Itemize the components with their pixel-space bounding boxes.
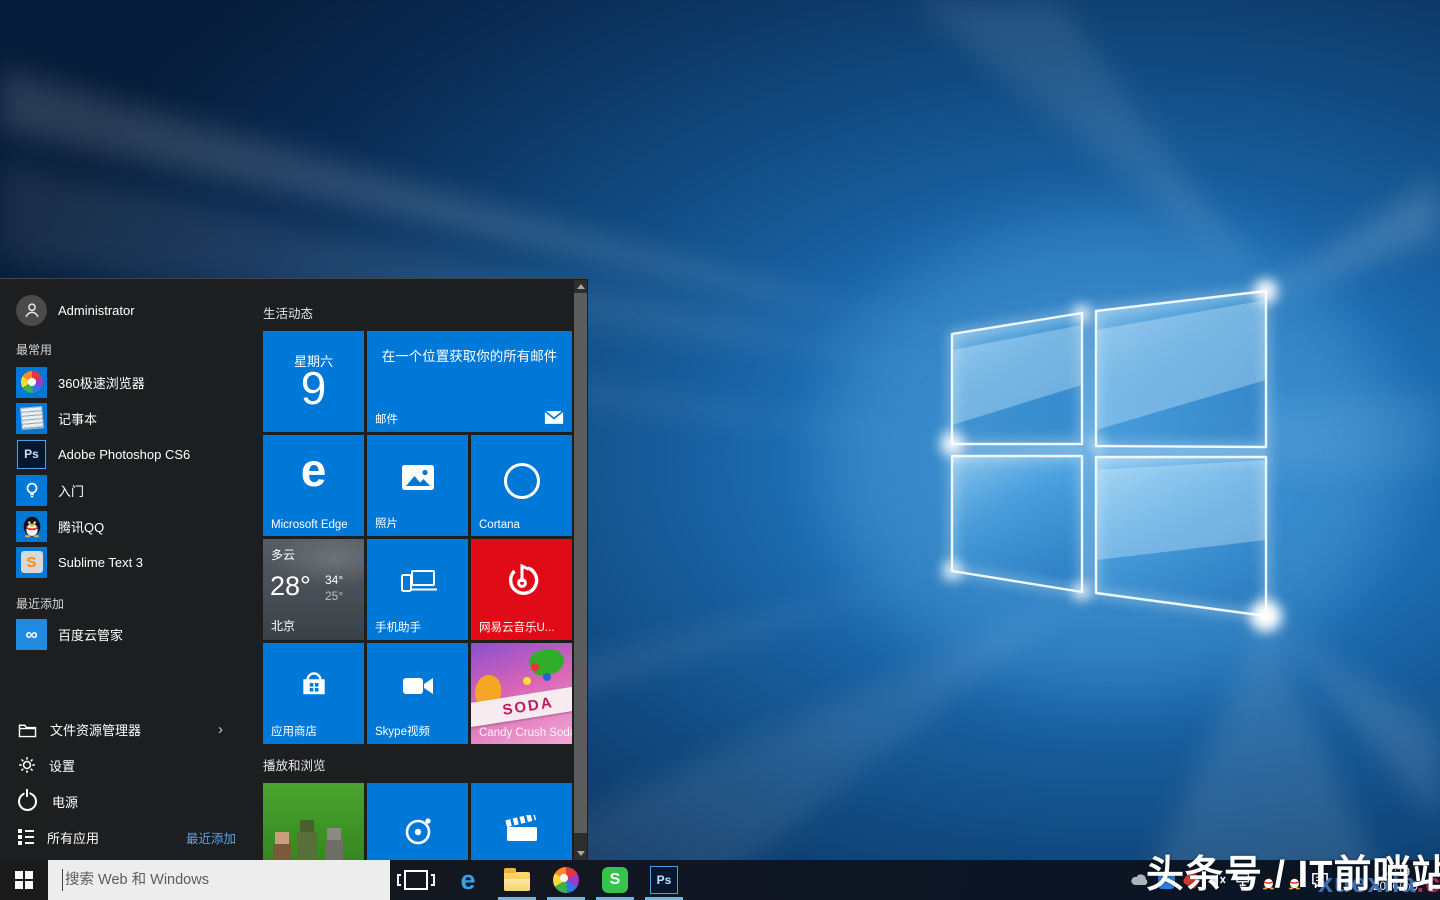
user-icon (21, 299, 43, 321)
edge-icon: e (460, 867, 475, 894)
start-menu: Administrator 最常用 360极速浏览器 记事本 Ps Adobe … (0, 278, 588, 861)
recently-added-link[interactable]: 最近添加 (186, 828, 236, 847)
tile-photos[interactable]: 照片 (367, 435, 468, 536)
windows-logo (940, 279, 1282, 632)
tile-weather[interactable]: 多云 28° 34° 25° 北京 (263, 539, 364, 640)
menu-item-file-explorer[interactable]: 文件资源管理器 › (18, 714, 238, 744)
edge-icon: e (301, 447, 327, 493)
groove-music-icon (400, 813, 436, 849)
all-apps-icon (18, 829, 34, 845)
baidu-cloud-icon: ∞ (16, 619, 47, 650)
app-item-sublime[interactable]: S Sublime Text 3 (16, 545, 242, 579)
tile-calendar[interactable]: 星期六 9 (263, 331, 364, 432)
start-menu-left-pane: Administrator 最常用 360极速浏览器 记事本 Ps Adobe … (0, 279, 252, 861)
photoshop-icon: Ps (16, 439, 47, 470)
store-bag-icon (298, 667, 330, 699)
s-app-icon: S (602, 867, 628, 893)
task-view-button[interactable] (396, 860, 436, 900)
tile-cortana[interactable]: Cortana (471, 435, 572, 536)
photos-icon (402, 465, 434, 490)
tile-area: 生活动态 星期六 9 在一个位置获取你的所有邮件 邮件 e Microsoft … (263, 279, 573, 861)
phone-companion-icon (398, 567, 438, 597)
taskbar-edge-button[interactable]: e (448, 860, 488, 900)
tile-netease-music[interactable]: 网易云音乐U... (471, 539, 572, 640)
scrollbar-thumb[interactable] (574, 293, 587, 833)
qq-penguin-icon (16, 511, 47, 542)
user-name: Administrator (58, 303, 135, 318)
menu-item-settings[interactable]: 设置 (18, 750, 238, 780)
taskbar-s-app-button[interactable]: S (595, 860, 635, 900)
photoshop-icon: Ps (650, 866, 678, 894)
windows-logo-icon (15, 871, 33, 889)
task-view-icon (404, 870, 428, 890)
scroll-up-arrow-icon[interactable] (577, 284, 585, 289)
tile-candy-crush-soda[interactable]: SODA Candy Crush Soda Saga (471, 643, 572, 744)
user-account-button[interactable]: Administrator (16, 293, 135, 327)
text-cursor (62, 869, 63, 891)
taskbar-search-box[interactable] (48, 860, 390, 900)
start-menu-scrollbar[interactable] (574, 280, 587, 860)
tile-store[interactable]: 应用商店 (263, 643, 364, 744)
section-most-used: 最常用 (16, 341, 52, 358)
menu-item-all-apps[interactable]: 所有应用 最近添加 (18, 822, 238, 852)
file-explorer-icon (504, 872, 530, 891)
360-browser-icon (16, 367, 47, 398)
app-item-get-started[interactable]: 入门 (16, 473, 242, 507)
power-icon (18, 792, 37, 811)
desktop: Administrator 最常用 360极速浏览器 记事本 Ps Adobe … (0, 0, 1440, 900)
tile-groove-music[interactable] (367, 783, 468, 861)
app-item-photoshop[interactable]: Ps Adobe Photoshop CS6 (16, 437, 242, 471)
tile-edge[interactable]: e Microsoft Edge (263, 435, 364, 536)
tile-skype-video[interactable]: Skype视频 (367, 643, 468, 744)
scroll-down-arrow-icon[interactable] (577, 851, 585, 856)
tile-minecraft[interactable] (263, 783, 364, 861)
app-item-qq[interactable]: 腾讯QQ (16, 509, 242, 543)
search-input[interactable] (63, 871, 367, 889)
360-browser-icon (553, 867, 579, 893)
clapperboard-icon (504, 815, 540, 845)
taskbar-360-browser-button[interactable] (546, 860, 586, 900)
app-item-notepad[interactable]: 记事本 (16, 401, 242, 435)
app-item-360-browser[interactable]: 360极速浏览器 (16, 365, 242, 399)
folder-outline-icon (18, 721, 37, 738)
lightbulb-icon (16, 475, 47, 506)
app-item-baidu-cloud[interactable]: ∞ 百度云管家 (16, 617, 242, 651)
menu-item-power[interactable]: 电源 (18, 786, 238, 816)
group-header-play: 播放和浏览 (263, 755, 326, 774)
group-header-life: 生活动态 (263, 303, 313, 322)
taskbar-explorer-button[interactable] (497, 860, 537, 900)
chevron-right-icon[interactable]: › (218, 721, 223, 738)
section-recently-added: 最近添加 (16, 595, 64, 612)
sublime-icon: S (16, 547, 47, 578)
tile-movies-tv[interactable] (471, 783, 572, 861)
start-button[interactable] (0, 860, 48, 900)
netease-music-icon (503, 561, 541, 599)
mail-envelope-icon (544, 410, 564, 425)
cortana-icon (504, 463, 540, 499)
watermark-title: 头条号 / IT前哨站 (1146, 843, 1440, 898)
tile-mail[interactable]: 在一个位置获取你的所有邮件 邮件 (367, 331, 572, 432)
video-camera-icon (401, 675, 435, 697)
taskbar-photoshop-button[interactable]: Ps (644, 860, 684, 900)
notepad-icon (16, 403, 47, 434)
tile-phone-companion[interactable]: 手机助手 (367, 539, 468, 640)
gear-icon (18, 756, 36, 774)
avatar (16, 295, 47, 326)
